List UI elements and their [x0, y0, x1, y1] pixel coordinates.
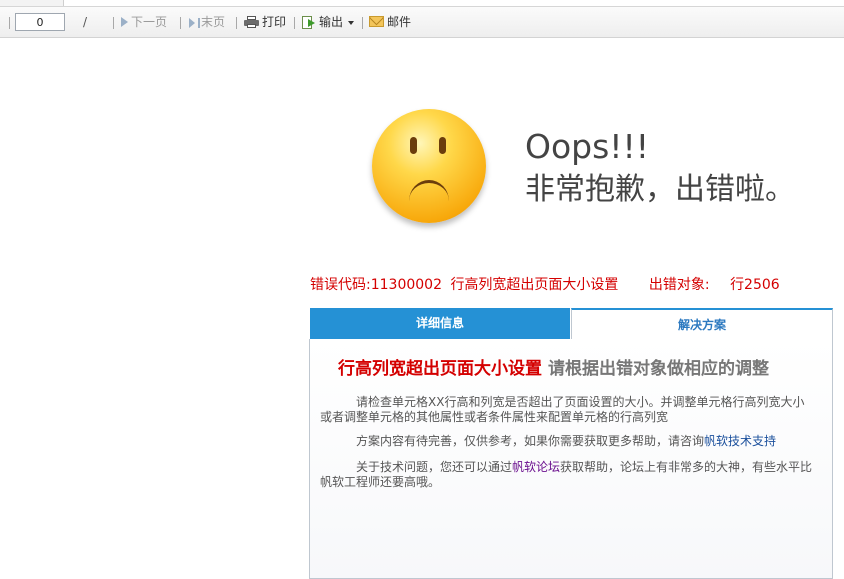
next-page-button[interactable]: 下一页 [121, 7, 167, 37]
toolbar-separator [180, 17, 181, 29]
next-page-label: 下一页 [131, 15, 168, 29]
error-target-value: 行2506 [730, 277, 780, 293]
solution-title-main: 行高列宽超出页面大小设置 [338, 359, 542, 379]
oops-heading: Oops!!! [525, 127, 649, 166]
export-menu-button[interactable]: 输出 [302, 7, 355, 37]
toolbar-separator [294, 17, 295, 29]
toolbar-separator [113, 17, 114, 29]
toolbar-separator [9, 17, 10, 29]
error-summary: 错误代码:11300002 行高列宽超出页面大小设置 出错对象: 行2506 [310, 276, 780, 294]
last-page-icon [189, 8, 201, 38]
tech-support-link[interactable]: 帆软技术支持 [704, 434, 776, 448]
tab-detail-info[interactable]: 详细信息 [310, 308, 570, 339]
report-toolbar: / 下一页 末页 打印 输出 邮件 [0, 7, 844, 38]
print-label: 打印 [262, 15, 287, 29]
solution-paragraph-2: 方案内容有待完善，仅供参考，如果你需要获取更多帮助，请咨询帆软技术支持 [320, 434, 816, 449]
error-target-label: 出错对象: [648, 277, 710, 293]
solution-title: 行高列宽超出页面大小设置 请根据出错对象做相应的调整 [338, 358, 769, 380]
address-area [63, 0, 844, 6]
printer-icon [244, 15, 259, 28]
last-page-label: 末页 [201, 15, 226, 29]
mail-icon [369, 16, 384, 27]
paragraph-2-text: 方案内容有待完善，仅供参考，如果你需要获取更多帮助，请咨询 [356, 434, 705, 448]
solution-paragraph-3: 关于技术问题，您还可以通过帆软论坛获取帮助，论坛上有非常多的大神，有些水平比帆软… [320, 460, 816, 490]
export-icon [302, 15, 316, 29]
error-code-value: 11300002 [370, 277, 442, 293]
page-number-input[interactable] [15, 13, 65, 31]
mail-label: 邮件 [387, 15, 412, 29]
error-code-label: 错误代码: [310, 277, 371, 293]
export-label: 输出 [319, 15, 344, 29]
toolbar-separator [362, 17, 363, 29]
forum-link[interactable]: 帆软论坛 [512, 460, 560, 474]
sad-face-icon [372, 109, 486, 223]
dropdown-caret-icon [348, 20, 355, 25]
page-slash: / [83, 15, 88, 29]
sorry-heading: 非常抱歉，出错啦。 [525, 172, 795, 207]
next-page-icon [121, 16, 128, 27]
paragraph-3-text-a: 关于技术问题，您还可以通过 [356, 460, 513, 474]
solution-paragraph-1: 请检查单元格XX行高和列宽是否超出了页面设置的大小。并调整单元格行高列宽大小或者… [320, 395, 805, 424]
error-code-message: 行高列宽超出页面大小设置 [450, 277, 619, 293]
toolbar-separator [236, 17, 237, 29]
tab-solution[interactable]: 解决方案 [571, 308, 833, 339]
mail-button[interactable]: 邮件 [369, 7, 411, 37]
solution-title-sub: 请根据出错对象做相应的调整 [548, 359, 769, 379]
window-top-strip [0, 0, 844, 7]
print-button[interactable]: 打印 [244, 7, 286, 37]
last-page-button[interactable]: 末页 [189, 7, 225, 37]
